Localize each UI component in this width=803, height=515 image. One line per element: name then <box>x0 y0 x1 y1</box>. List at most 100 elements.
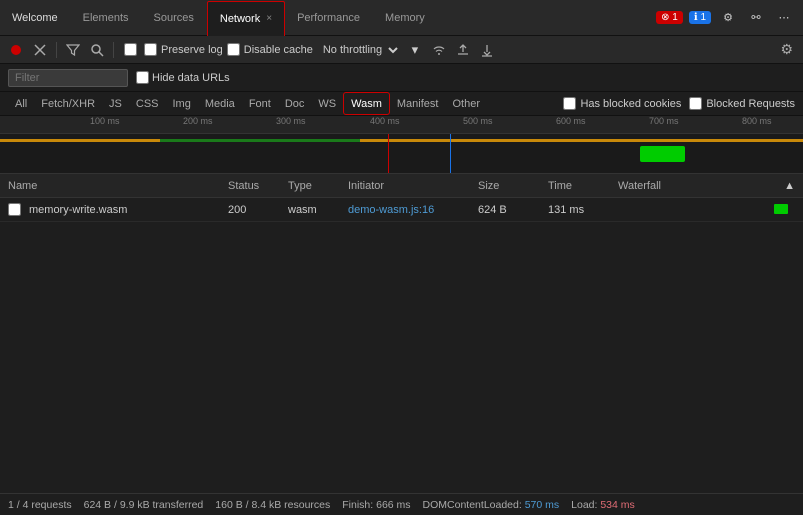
th-time[interactable]: Time <box>540 174 610 197</box>
type-btn-ws[interactable]: WS <box>311 92 343 115</box>
type-btn-img[interactable]: Img <box>166 92 198 115</box>
timeline-ruler: 100 ms 200 ms 300 ms 400 ms 500 ms 600 m… <box>0 116 803 134</box>
filter-bar: Hide data URLs <box>0 64 803 92</box>
wf-bar <box>774 204 788 214</box>
network-gear-icon[interactable]: ⚙ <box>776 41 797 58</box>
type-btn-media[interactable]: Media <box>198 92 242 115</box>
type-btn-other[interactable]: Other <box>445 92 487 115</box>
td-status: 200 <box>220 198 280 221</box>
blocked-requests-checkbox[interactable] <box>689 97 702 110</box>
dom-content-loaded: DOMContentLoaded: 570 ms <box>423 499 560 511</box>
th-waterfall[interactable]: Waterfall ▲ <box>610 174 803 197</box>
status-bar: 1 / 4 requests 624 B / 9.9 kB transferre… <box>0 493 803 515</box>
row-checkbox[interactable] <box>8 203 21 216</box>
record-checkbox[interactable] <box>120 40 140 60</box>
th-size[interactable]: Size <box>470 174 540 197</box>
td-size: 624 B <box>470 198 540 221</box>
tab-network[interactable]: Network × <box>207 1 285 36</box>
dock-icon-btn[interactable]: ⚯ <box>745 7 767 29</box>
blocked-requests-label[interactable]: Blocked Requests <box>689 97 795 110</box>
type-btn-js[interactable]: JS <box>102 92 129 115</box>
clear-btn[interactable] <box>30 40 50 60</box>
network-toolbar: Preserve log Disable cache No throttling… <box>0 36 803 64</box>
type-filter-bar: All Fetch/XHR JS CSS Img Media Font Doc … <box>0 92 803 116</box>
waterfall-sort-arrow: ▲ <box>784 180 795 192</box>
throttle-dropdown-icon[interactable]: ▾ <box>405 40 425 60</box>
wf-blue-line <box>450 134 451 173</box>
td-initiator: demo-wasm.js:16 <box>340 198 470 221</box>
wf-bar-container <box>618 198 795 221</box>
type-btn-font[interactable]: Font <box>242 92 278 115</box>
td-name: memory-write.wasm <box>0 198 220 221</box>
tab-performance[interactable]: Performance <box>285 0 373 35</box>
record-input[interactable] <box>124 43 137 56</box>
type-btn-wasm[interactable]: Wasm <box>343 92 390 115</box>
td-type: wasm <box>280 198 340 221</box>
hide-data-urls-label[interactable]: Hide data URLs <box>136 71 230 84</box>
tab-elements[interactable]: Elements <box>71 0 142 35</box>
error-badge[interactable]: ⊗ 1 <box>656 11 683 24</box>
search-btn[interactable] <box>87 40 107 60</box>
tab-memory[interactable]: Memory <box>373 0 438 35</box>
th-name[interactable]: Name <box>0 174 220 197</box>
info-badge[interactable]: ℹ 1 <box>689 11 711 24</box>
table-row[interactable]: memory-write.wasm 200 wasm demo-wasm.js:… <box>0 198 803 222</box>
filter-input[interactable] <box>8 69 128 87</box>
upload-icon[interactable] <box>453 40 473 60</box>
preserve-log-label[interactable]: Preserve log <box>144 43 223 56</box>
table-header: Name Status Type Initiator Size Time Wat… <box>0 174 803 198</box>
ruler-400ms: 400 ms <box>370 116 400 126</box>
initiator-link[interactable]: demo-wasm.js:16 <box>348 204 434 216</box>
load-time: Load: 534 ms <box>571 499 635 511</box>
request-count: 1 / 4 requests <box>8 499 72 511</box>
td-time: 131 ms <box>540 198 610 221</box>
finish-time: Finish: 666 ms <box>342 499 410 511</box>
wf-end-green-block <box>640 146 685 162</box>
type-btn-fetchxhr[interactable]: Fetch/XHR <box>34 92 102 115</box>
preserve-log-checkbox[interactable] <box>144 43 157 56</box>
th-type[interactable]: Type <box>280 174 340 197</box>
td-waterfall <box>610 198 803 221</box>
type-btn-manifest[interactable]: Manifest <box>390 92 446 115</box>
tab-welcome[interactable]: Welcome <box>0 0 71 35</box>
record-btn[interactable] <box>6 40 26 60</box>
ruler-700ms: 700 ms <box>649 116 679 126</box>
disable-cache-checkbox[interactable] <box>227 43 240 56</box>
ruler-100ms: 100 ms <box>90 116 120 126</box>
wf-orange-bar <box>0 139 803 142</box>
th-initiator[interactable]: Initiator <box>340 174 470 197</box>
tab-bar: Welcome Elements Sources Network × Perfo… <box>0 0 803 36</box>
more-menu-btn[interactable]: ⋯ <box>773 7 795 29</box>
th-status[interactable]: Status <box>220 174 280 197</box>
type-btn-css[interactable]: CSS <box>129 92 166 115</box>
settings-icon-btn[interactable]: ⚙ <box>717 7 739 29</box>
info-icon: ℹ <box>694 12 698 23</box>
ruler-800ms: 800 ms <box>742 116 772 126</box>
waterfall-area <box>0 134 803 174</box>
wf-red-line <box>388 134 389 173</box>
download-icon[interactable] <box>477 40 497 60</box>
resources-size: 160 B / 8.4 kB resources <box>215 499 330 511</box>
has-blocked-cookies-checkbox[interactable] <box>563 97 576 110</box>
main-panel: Preserve log Disable cache No throttling… <box>0 36 803 515</box>
sep2 <box>113 42 114 58</box>
error-icon: ⊗ <box>661 12 669 23</box>
ruler-600ms: 600 ms <box>556 116 586 126</box>
disable-cache-label[interactable]: Disable cache <box>227 43 313 56</box>
sep1 <box>56 42 57 58</box>
wf-green-segment <box>160 139 360 142</box>
type-btn-doc[interactable]: Doc <box>278 92 312 115</box>
table-container: memory-write.wasm 200 wasm demo-wasm.js:… <box>0 198 803 493</box>
filter-btn[interactable] <box>63 40 83 60</box>
ruler-300ms: 300 ms <box>276 116 306 126</box>
tab-network-close[interactable]: × <box>266 13 272 24</box>
tab-sources[interactable]: Sources <box>142 0 207 35</box>
hide-data-urls-checkbox[interactable] <box>136 71 149 84</box>
ruler-500ms: 500 ms <box>463 116 493 126</box>
throttle-select[interactable]: No throttling Fast 3G Slow 3G Offline <box>317 43 401 57</box>
wifi-icon[interactable] <box>429 40 449 60</box>
tab-icons: ⊗ 1 ℹ 1 ⚙ ⚯ ⋯ <box>656 7 803 29</box>
ruler-200ms: 200 ms <box>183 116 213 126</box>
has-blocked-cookies-label[interactable]: Has blocked cookies <box>563 97 681 110</box>
type-btn-all[interactable]: All <box>8 92 34 115</box>
